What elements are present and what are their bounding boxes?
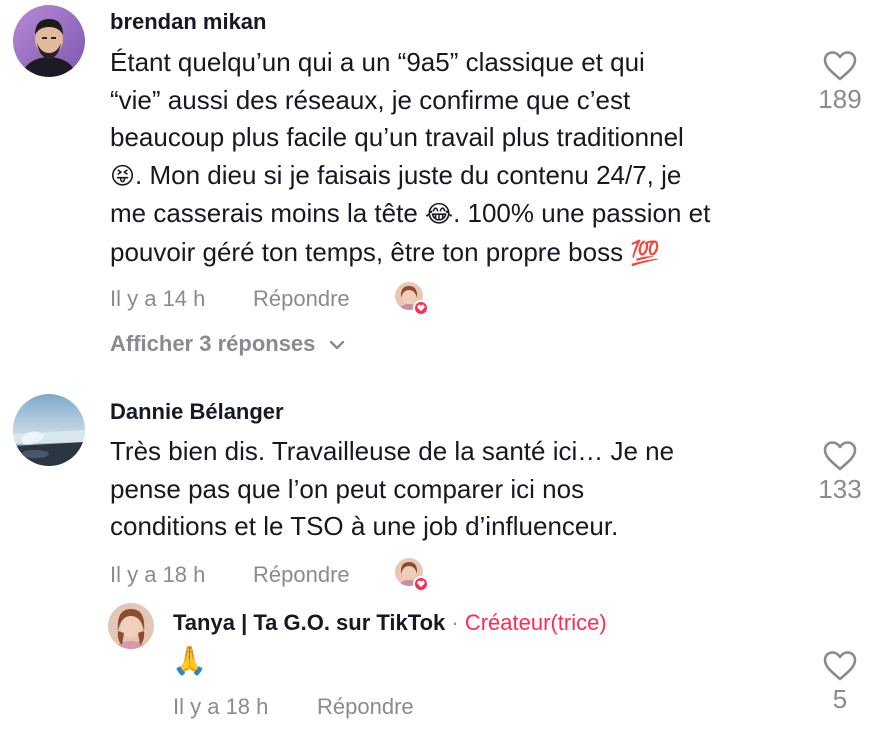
laughing-emoji: 😂 xyxy=(425,200,454,229)
creator-tag: Créateur(trice) xyxy=(464,610,607,635)
creator-liked-badge xyxy=(395,282,429,316)
like-button[interactable]: 5 xyxy=(810,650,870,715)
comment-line: 😝. Mon dieu si je faisais juste du conte… xyxy=(110,157,810,196)
like-button[interactable]: 189 xyxy=(810,50,870,115)
comment-line: “vie” aussi des réseaux, je confirme que… xyxy=(110,84,631,115)
comment-line-text: . Mon dieu si je faisais juste du conten… xyxy=(135,159,682,190)
avatar-brendan[interactable] xyxy=(13,5,85,77)
heart-outline-icon[interactable] xyxy=(822,440,858,472)
chevron-down-icon xyxy=(329,340,344,350)
comment-line: conditions et le TSO à une job d’influen… xyxy=(110,511,619,542)
tongue-emoji: 😝 xyxy=(110,161,136,190)
comment-line: Étant quelqu’un qui a un “9a5” classique… xyxy=(110,47,645,77)
comment-line-text: beaucoup plus facile qu’un travail plus … xyxy=(110,122,684,153)
heart-badge-icon xyxy=(413,576,429,592)
like-count: 133 xyxy=(818,474,862,504)
hundred-emoji: 💯 xyxy=(630,238,661,267)
comment-line-text: me casserais moins la tête xyxy=(110,198,426,229)
comment-text: Étant quelqu’un qui a un “9a5” classique… xyxy=(110,44,810,273)
comment-line: me casserais moins la tête 😂. 100% une p… xyxy=(110,195,810,234)
comment-username[interactable]: Dannie Bélanger xyxy=(110,399,284,425)
avatar-dannie[interactable] xyxy=(13,394,85,466)
reply-button[interactable]: Répondre xyxy=(253,286,350,312)
comment-timestamp: Il y a 14 h xyxy=(110,286,206,311)
like-count: 189 xyxy=(818,84,862,114)
avatar-tanya[interactable] xyxy=(108,603,154,649)
comment-line: beaucoup plus facile qu’un travail plus … xyxy=(110,119,810,157)
heart-outline-icon[interactable] xyxy=(822,50,858,82)
comment-line-text: . 100% une passion et xyxy=(453,198,711,229)
comment-timestamp: Il y a 18 h xyxy=(110,562,206,587)
like-count: 5 xyxy=(832,684,848,714)
like-button[interactable]: 133 xyxy=(810,440,870,505)
view-replies-label: Afficher 3 réponses xyxy=(110,331,316,356)
reply-timestamp: Il y a 18 h xyxy=(173,694,269,719)
comment-line: Très bien dis. Travailleuse de la santé … xyxy=(110,436,675,466)
comment-username[interactable]: brendan mikan xyxy=(110,9,266,35)
separator-dot: · xyxy=(451,610,459,635)
reply-username-line: Tanya | Ta G.O. sur TikTok · Créateur(tr… xyxy=(173,610,607,636)
comment-line: pouvoir géré ton temps, être ton propre … xyxy=(110,234,810,273)
reply-username[interactable]: Tanya | Ta G.O. sur TikTok xyxy=(173,610,445,635)
heart-outline-icon[interactable] xyxy=(822,650,858,682)
creator-liked-badge xyxy=(395,558,429,592)
reply-text: 🙏 xyxy=(172,644,207,677)
comment-line: pense pas que l’on peut comparer ici nos xyxy=(110,473,585,504)
reply-button[interactable]: Répondre xyxy=(253,562,350,588)
view-replies-button[interactable]: Afficher 3 réponses xyxy=(110,331,346,357)
reply-button[interactable]: Répondre xyxy=(317,694,414,720)
heart-badge-icon xyxy=(413,300,429,316)
comment-text: Très bien dis. Travailleuse de la santé … xyxy=(110,433,810,546)
comment-line-text: pouvoir géré ton temps, être ton propre … xyxy=(110,236,624,267)
